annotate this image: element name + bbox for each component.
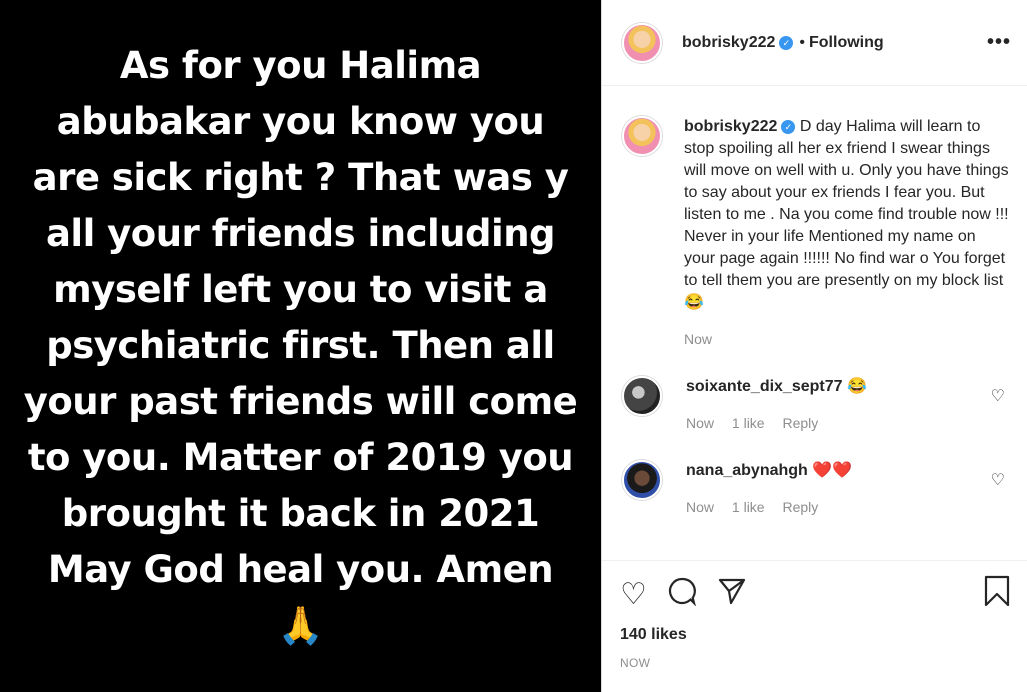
media-text: As for you Halima abubakar you know you … <box>21 38 581 654</box>
share-icon[interactable] <box>717 576 747 613</box>
comment-body: nana_abynahgh ❤️❤️ Now 1 like Reply <box>686 460 1011 518</box>
comments-section[interactable]: bobrisky222 ✓ D day Halima will learn to … <box>602 86 1027 560</box>
post-panel: bobrisky222 ✓ • Following ••• bobrisky22… <box>601 0 1027 692</box>
like-comment-icon[interactable]: ♡ <box>991 386 1005 406</box>
laughing-emoji: 😂 <box>684 294 704 311</box>
action-icons: ♡ <box>620 575 1011 614</box>
comment-avatar[interactable] <box>622 376 662 416</box>
praying-hands-emoji: 🙏 <box>277 604 324 647</box>
like-heart-icon[interactable]: ♡ <box>620 578 647 611</box>
post-media[interactable]: As for you Halima abubakar you know you … <box>0 0 601 692</box>
comment-text: ❤️❤️ <box>812 462 853 479</box>
comment-text: 😂 <box>846 378 867 395</box>
comment-time: Now <box>686 499 715 515</box>
comment-avatar[interactable] <box>622 460 662 500</box>
caption-username[interactable]: bobrisky222 <box>684 118 777 135</box>
caption: bobrisky222 ✓ D day Halima will learn to … <box>622 116 1011 350</box>
comment-username[interactable]: nana_abynahgh <box>686 462 808 479</box>
comment-username[interactable]: soixante_dix_sept77 <box>686 378 843 395</box>
comment-time: Now <box>686 415 715 431</box>
verified-badge-icon: ✓ <box>779 35 794 50</box>
header-username[interactable]: bobrisky222 <box>682 34 775 52</box>
media-text-body: As for you Halima abubakar you know you … <box>23 44 578 591</box>
comment-meta: Now 1 like Reply <box>686 412 1011 434</box>
comment-likes[interactable]: 1 like <box>732 499 765 515</box>
caption-time: Now <box>684 331 713 347</box>
post-timestamp: NOW <box>620 656 651 670</box>
comment-body: soixante_dix_sept77 😂 Now 1 like Reply <box>686 376 1011 434</box>
reply-button[interactable]: Reply <box>782 415 818 431</box>
comment-icon[interactable] <box>667 576 697 613</box>
caption-text: D day Halima will learn to stop spoiling… <box>684 118 1009 289</box>
comment-item: soixante_dix_sept77 😂 Now 1 like Reply ♡ <box>622 376 1011 434</box>
following-button[interactable]: Following <box>809 34 884 52</box>
comment-item: nana_abynahgh ❤️❤️ Now 1 like Reply ♡ <box>622 460 1011 518</box>
verified-badge-icon: ✓ <box>781 119 796 134</box>
caption-avatar[interactable] <box>622 116 662 156</box>
caption-body: bobrisky222 ✓ D day Halima will learn to … <box>684 116 1011 350</box>
save-bookmark-icon[interactable] <box>983 575 1011 614</box>
instagram-post: As for you Halima abubakar you know you … <box>0 0 1027 692</box>
post-actions: ♡ 140 likes NOW <box>602 560 1027 692</box>
reply-button[interactable]: Reply <box>782 499 818 515</box>
like-comment-icon[interactable]: ♡ <box>991 470 1005 490</box>
avatar[interactable] <box>622 22 662 63</box>
comment-likes[interactable]: 1 like <box>732 415 765 431</box>
comment-meta: Now 1 like Reply <box>686 496 1011 518</box>
separator: • <box>799 33 805 51</box>
more-options-icon[interactable]: ••• <box>987 31 1011 54</box>
post-header: bobrisky222 ✓ • Following ••• <box>602 0 1027 86</box>
likes-count[interactable]: 140 likes <box>620 626 1011 644</box>
